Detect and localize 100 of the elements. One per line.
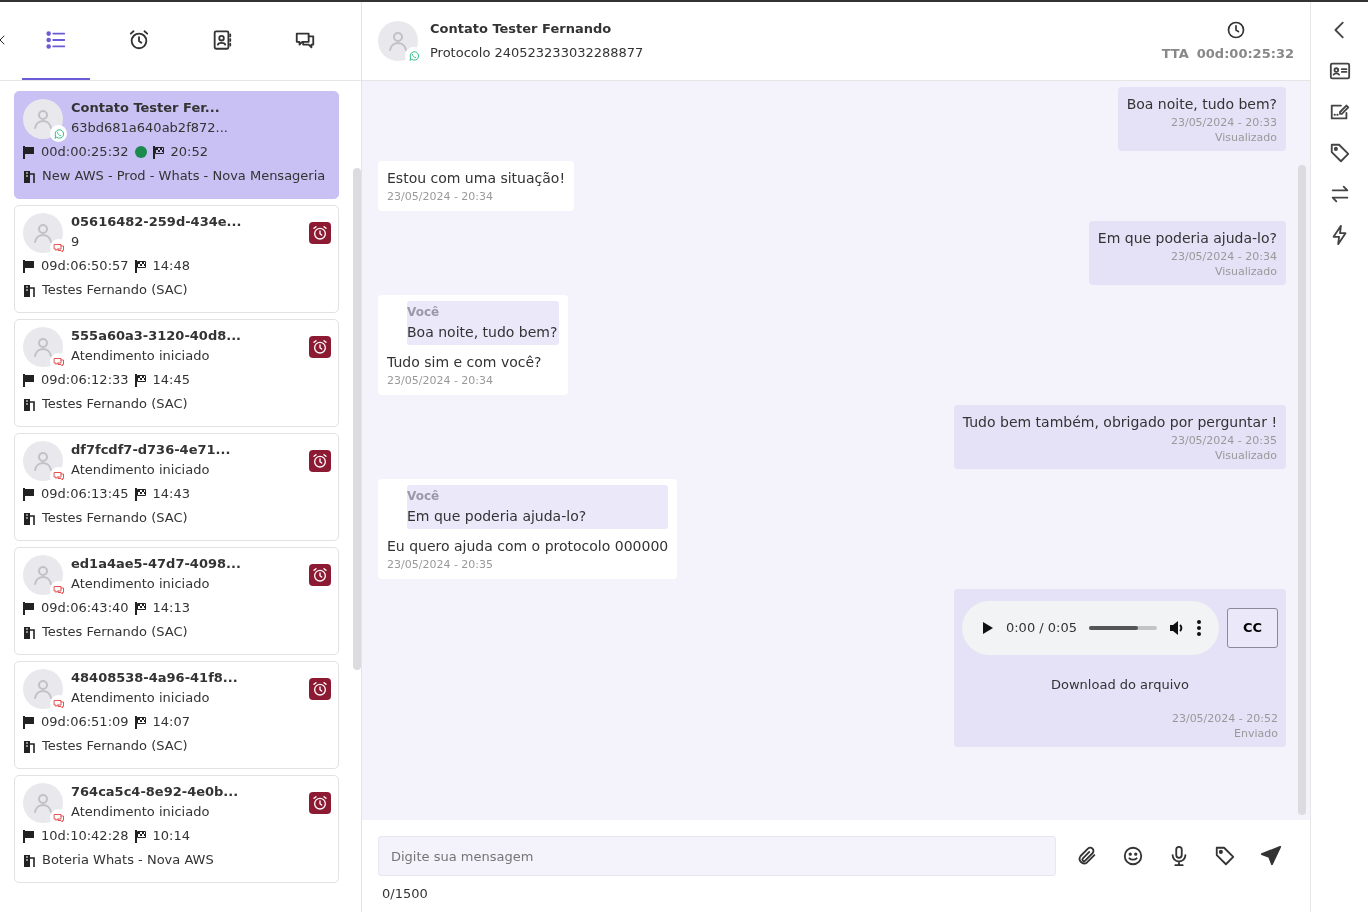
message-status: Enviado [1233, 726, 1278, 741]
paperclip-icon[interactable] [1076, 845, 1098, 867]
more-options-icon[interactable] [1197, 620, 1201, 636]
quote-author: Você [407, 488, 441, 505]
conversation-subtitle: Atendimento iniciado [71, 803, 211, 821]
contact-name: 555a60a3-3120-40d8... [71, 327, 242, 345]
conversation-card[interactable]: df7fcdf7-d736-4e71... Atendimento iniciado 09d:06:13:45 14:43 Testes Fernando (SAC) [14, 433, 339, 541]
building-icon [23, 511, 36, 525]
building-icon [23, 283, 36, 297]
chat-icon [52, 697, 65, 710]
conversation-subtitle: 9 [71, 233, 81, 251]
message-text: Estou com uma situação! [387, 169, 565, 188]
checkered-flag-icon [134, 601, 147, 615]
flag-icon [23, 259, 35, 273]
audio-progress[interactable] [1089, 626, 1157, 630]
queue-name: Testes Fernando (SAC) [42, 395, 188, 413]
flag-icon [23, 829, 35, 843]
conversation-card[interactable]: 555a60a3-3120-40d8... Atendimento iniciado 09d:06:12:33 14:45 Testes Fernando (SAC) [14, 319, 339, 427]
queue-name: Testes Fernando (SAC) [42, 281, 188, 299]
message-date: 23/05/2024 - 20:33 [1169, 115, 1277, 131]
duration: 10d:10:42:28 [41, 827, 129, 845]
character-counter: 0/1500 [382, 885, 429, 903]
chat-icon [52, 355, 65, 368]
conversation-card[interactable]: Contato Tester Fer... 63bd681a640ab2f872... 00d:00:25:32 20:52 New AWS - Prod - Whats - Nova Mensageria [14, 91, 339, 199]
building-icon [23, 739, 36, 753]
message-date: 23/05/2024 - 20:34 [387, 189, 495, 205]
building-icon [23, 397, 36, 411]
building-icon [23, 625, 36, 639]
message-text: Tudo bem também, obrigado por perguntar ! [962, 413, 1277, 432]
chat-icon [52, 583, 65, 596]
message-date: 23/05/2024 - 20:34 [387, 373, 495, 389]
quote-author: Você [407, 304, 441, 321]
duration: 09d:06:51:09 [41, 713, 129, 731]
scrollbar[interactable] [353, 168, 361, 670]
contact-name: 764ca5c4-8e92-4e0b... [71, 783, 239, 801]
tag-icon[interactable] [1328, 142, 1351, 164]
download-link[interactable]: Download do arquivo [961, 675, 1278, 695]
time: 14:07 [152, 713, 191, 731]
send-icon[interactable] [1260, 845, 1282, 867]
message-date: 23/05/2024 - 20:35 [387, 557, 495, 573]
contact-name: Contato Tester Fernando [430, 19, 613, 38]
conversation-subtitle: Atendimento iniciado [71, 689, 211, 707]
flag-icon [23, 145, 35, 159]
message-text: Em que poderia ajuda-lo? [1097, 229, 1277, 248]
tta-value: 00d:00:25:32 [1196, 44, 1294, 63]
time: 14:45 [152, 371, 191, 389]
conversation-subtitle: Atendimento iniciado [71, 347, 211, 365]
duration: 09d:06:12:33 [41, 371, 129, 389]
quote-text: Em que poderia ajuda-lo? [407, 507, 588, 526]
tta-label: TTA [1161, 44, 1189, 63]
flag-icon [23, 601, 35, 615]
queue-name: Boteria Whats - Nova AWS [42, 851, 214, 869]
checkered-flag-icon [134, 487, 147, 501]
time: 14:13 [152, 599, 191, 617]
message-date: 23/05/2024 - 20:52 [1170, 710, 1278, 727]
duration: 00d:00:25:32 [41, 143, 129, 161]
message-date: 23/05/2024 - 20:35 [1169, 433, 1277, 449]
message-status: Visualizado [1213, 449, 1277, 463]
message-input[interactable]: Digite sua mensagem [378, 836, 1056, 876]
building-icon [23, 169, 36, 183]
duration: 09d:06:50:57 [41, 257, 129, 275]
duration: 09d:06:13:45 [41, 485, 129, 503]
message-text: Boa noite, tudo bem? [1126, 95, 1277, 114]
time: 10:14 [152, 827, 191, 845]
audio-player[interactable]: 0:00 / 0:05 [961, 601, 1219, 655]
contact-name: 48408538-4a96-41f8... [71, 669, 238, 687]
conversation-card[interactable]: 764ca5c4-8e92-4e0b... Atendimento iniciado 10d:10:42:28 10:14 Boteria Whats - Nova AWS [14, 775, 339, 883]
tag-icon[interactable] [1214, 845, 1236, 867]
scrollbar[interactable] [1298, 165, 1306, 815]
smiley-icon[interactable] [1122, 845, 1144, 867]
checkered-flag-icon [134, 259, 147, 273]
conversation-card[interactable]: ed1a4ae5-47d7-4098... Atendimento iniciado 09d:06:43:40 14:13 Testes Fernando (SAC) [14, 547, 339, 655]
conversation-card[interactable]: 48408538-4a96-41f8... Atendimento iniciado 09d:06:51:09 14:07 Testes Fernando (SAC) [14, 661, 339, 769]
contact-book-icon [211, 29, 233, 51]
whatsapp-icon [407, 49, 420, 62]
message-text: Eu quero ajuda com o protocolo 000000 [387, 537, 669, 556]
captions-button[interactable]: CC [1227, 608, 1278, 648]
checkered-flag-icon [134, 373, 147, 387]
conversation-card[interactable]: 05616482-259d-434e... 9 09d:06:50:57 14:48 Testes Fernando (SAC) [14, 205, 339, 313]
contact-name: Contato Tester Fer... [71, 99, 221, 117]
protocol-number: Protocolo 240523233032288877 [430, 43, 645, 62]
checkered-flag-icon [152, 145, 165, 159]
flag-icon [23, 715, 35, 729]
contact-card-icon[interactable] [1328, 60, 1351, 82]
queue-name: Testes Fernando (SAC) [42, 623, 188, 641]
list-icon [45, 29, 67, 51]
time: 20:52 [170, 143, 209, 161]
contact-name: df7fcdf7-d736-4e71... [71, 441, 231, 459]
message-status: Visualizado [1213, 131, 1277, 145]
whatsapp-icon [52, 127, 65, 140]
conversation-subtitle: Atendimento iniciado [71, 575, 211, 593]
volume-icon[interactable] [1169, 620, 1185, 636]
conversation-subtitle: Atendimento iniciado [71, 461, 211, 479]
clock-icon [1226, 19, 1246, 40]
play-icon[interactable] [981, 622, 994, 634]
alarm-clock-icon [128, 29, 150, 51]
checkered-flag-icon [134, 829, 147, 843]
chat-icon [52, 469, 65, 482]
audio-time: 0:00 / 0:05 [1005, 619, 1077, 638]
contact-name: ed1a4ae5-47d7-4098... [71, 555, 241, 573]
